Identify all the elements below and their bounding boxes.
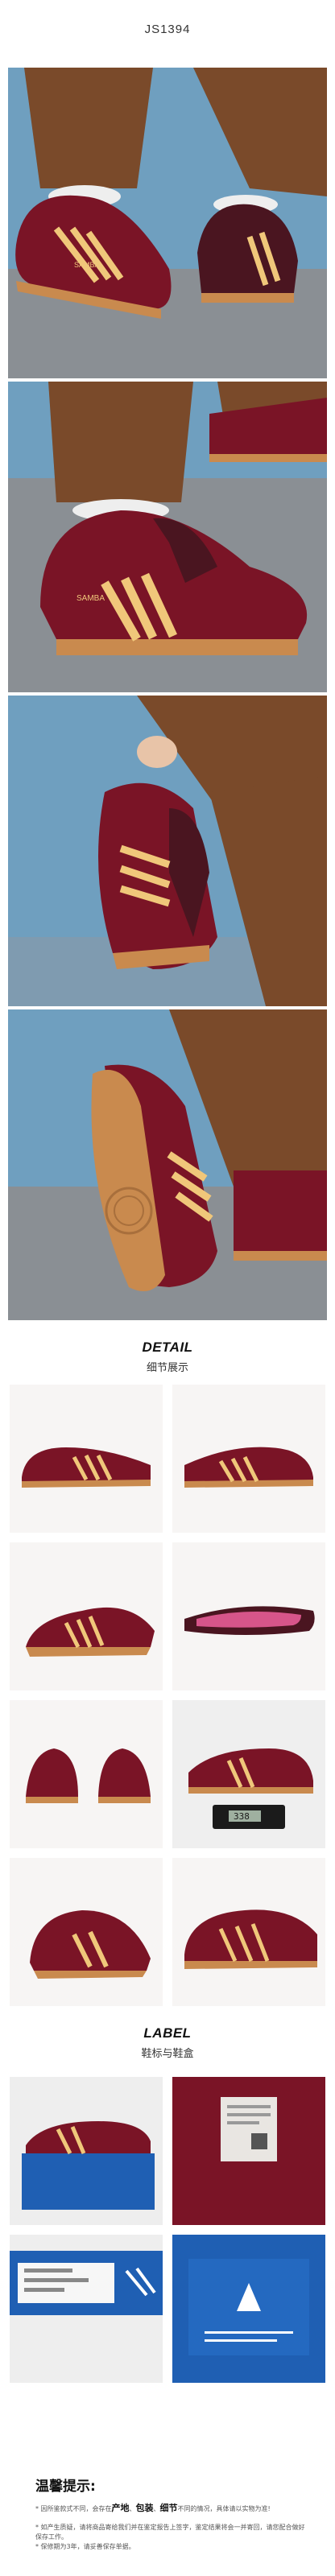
detail-photo-tongue[interactable] xyxy=(10,1858,163,2006)
label-title-en: LABEL xyxy=(143,2025,192,2041)
product-photo-1[interactable]: SAMBA xyxy=(8,68,327,378)
shoe-thumbnail xyxy=(10,1858,163,2006)
detail-photo-rear[interactable] xyxy=(172,1858,325,2006)
shoe-thumbnail xyxy=(10,1700,163,1848)
shoe-thumbnail xyxy=(10,1542,163,1690)
label-section-header: LABEL 鞋标与鞋盒 xyxy=(0,2025,335,2060)
detail-section-header: DETAIL 细节展示 xyxy=(0,1340,335,1374)
product-photo-3[interactable] xyxy=(8,696,327,1006)
notice-line-1: * 因所鉴款式不同，会存在产地、包装、细节不同的情况，具体请以实物为准! xyxy=(35,2503,271,2513)
shoe-thumbnail xyxy=(172,1385,325,1533)
label-photo-inner-tag[interactable] xyxy=(172,2077,325,2225)
shoe-box-photo xyxy=(10,2077,163,2225)
shoe-box-label-photo xyxy=(10,2235,163,2383)
product-photo-2[interactable]: SAMBA xyxy=(8,382,327,692)
shoe-box-top-photo xyxy=(172,2235,325,2383)
detail-photo-inner-side[interactable] xyxy=(172,1385,325,1533)
label-title-cn: 鞋标与鞋盒 xyxy=(141,2048,194,2060)
scale-reading: 338 xyxy=(234,1811,250,1822)
notice-box: 温馨提示: * 因所鉴款式不同，会存在产地、包装、细节不同的情况，具体请以实物为… xyxy=(0,2455,335,2576)
shoe-photo-worn-pair: SAMBA xyxy=(8,68,327,378)
detail-photo-angle[interactable] xyxy=(10,1542,163,1690)
product-photo-4[interactable] xyxy=(8,1009,327,1320)
shoe-photo-side-view: SAMBA xyxy=(8,382,327,692)
shoe-thumbnail xyxy=(172,1858,325,2006)
shoe-side-text: SAMBA xyxy=(74,261,100,269)
detail-photo-heels[interactable] xyxy=(10,1700,163,1848)
detail-photo-sole[interactable] xyxy=(172,1542,325,1690)
detail-title-en: DETAIL xyxy=(142,1340,193,1355)
shoe-on-scale: 338 xyxy=(172,1700,325,1848)
label-photo-box-side[interactable] xyxy=(10,2235,163,2383)
detail-title-cn: 细节展示 xyxy=(146,1362,188,1374)
shoe-thumbnail xyxy=(10,1385,163,1533)
product-detail-page: JS1394 SAMBA SAMBA DETAIL 细节展示 338 LABEL… xyxy=(0,0,335,2576)
label-photo-box-top[interactable] xyxy=(172,2235,325,2383)
shoe-photo-outsole xyxy=(8,1009,327,1320)
notice-line-3: * 保修期为3年，请妥善保存单据。 xyxy=(35,2543,135,2550)
shoe-side-text: SAMBA xyxy=(77,594,105,603)
detail-photo-outer-side[interactable] xyxy=(10,1385,163,1533)
detail-photo-weight[interactable]: 338 xyxy=(172,1700,325,1848)
shoe-thumbnail xyxy=(172,1542,325,1690)
label-photo-shoe-on-box[interactable] xyxy=(10,2077,163,2225)
shoe-photo-lacing xyxy=(8,696,327,1006)
product-code: JS1394 xyxy=(144,23,191,36)
notice-line-2: * 如产生质疑，请将商品寄给我们并在鉴定报告上签字，鉴定结果将会一并寄回，请您配… xyxy=(35,2524,305,2541)
inner-tag-photo xyxy=(172,2077,325,2225)
notice-title: 温馨提示: xyxy=(35,2479,96,2495)
